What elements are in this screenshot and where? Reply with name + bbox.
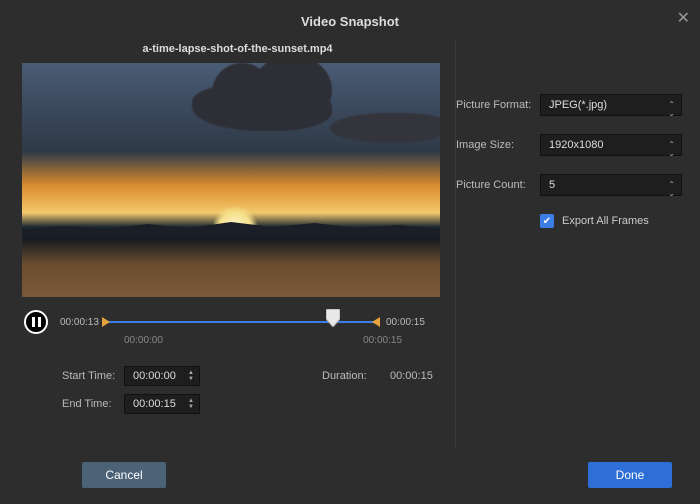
pause-icon <box>32 317 41 327</box>
stepper-arrows-icon: ▲▼ <box>186 395 196 413</box>
start-time-value: 00:00:00 <box>133 370 176 382</box>
end-time-row: End Time: 00:00:15 ▲▼ <box>20 394 455 414</box>
export-all-checkbox[interactable]: ✔ <box>540 214 554 228</box>
image-size-select[interactable]: 1920x1080 ⌃⌄ <box>540 134 682 156</box>
start-time-row: Start Time: 00:00:00 ▲▼ Duration: 00:00:… <box>20 366 455 386</box>
cancel-button[interactable]: Cancel <box>82 462 166 488</box>
image-size-label: Image Size: <box>456 139 540 151</box>
dialog-title: Video Snapshot <box>0 0 700 39</box>
image-size-value: 1920x1080 <box>549 139 603 151</box>
stepper-arrows-icon: ▲▼ <box>186 367 196 385</box>
playback-controls: 00:00:13 00:00:15 <box>20 307 455 337</box>
image-size-row: Image Size: 1920x1080 ⌃⌄ <box>456 134 682 156</box>
end-time-label: End Time: <box>62 398 124 410</box>
current-time: 00:00:13 <box>60 317 102 328</box>
range-end-handle[interactable] <box>372 317 380 327</box>
start-time-label: Start Time: <box>62 370 124 382</box>
export-all-label: Export All Frames <box>562 215 649 227</box>
scrub-bar[interactable] <box>106 314 376 330</box>
dialog-body: a-time-lapse-shot-of-the-sunset.mp4 00:0… <box>0 39 700 449</box>
picture-format-select[interactable]: JPEG(*.jpg) ⌃⌄ <box>540 94 682 116</box>
left-pane: a-time-lapse-shot-of-the-sunset.mp4 00:0… <box>0 39 455 449</box>
right-pane: Picture Format: JPEG(*.jpg) ⌃⌄ Image Siz… <box>455 39 700 449</box>
range-start-handle[interactable] <box>102 317 110 327</box>
duration-readout: Duration: 00:00:15 <box>280 370 433 382</box>
dialog-footer: Cancel Done <box>0 462 700 492</box>
done-button[interactable]: Done <box>588 462 672 488</box>
video-preview[interactable] <box>22 63 440 297</box>
close-icon[interactable]: ✕ <box>677 8 690 28</box>
chevron-updown-icon: ⌃⌄ <box>668 100 675 118</box>
total-time: 00:00:15 <box>386 317 425 328</box>
picture-count-value: 5 <box>549 179 555 191</box>
picture-format-label: Picture Format: <box>456 99 540 111</box>
end-time-value: 00:00:15 <box>133 398 176 410</box>
end-time-stepper[interactable]: 00:00:15 ▲▼ <box>124 394 200 414</box>
export-all-row: ✔ Export All Frames <box>540 214 682 228</box>
chevron-updown-icon: ⌃⌄ <box>668 180 675 198</box>
cloud-shape <box>330 113 440 143</box>
video-snapshot-dialog: ✕ Video Snapshot a-time-lapse-shot-of-th… <box>0 0 700 504</box>
picture-count-select[interactable]: 5 ⌃⌄ <box>540 174 682 196</box>
duration-value: 00:00:15 <box>390 370 433 382</box>
cloud-shape <box>192 83 332 131</box>
picture-format-row: Picture Format: JPEG(*.jpg) ⌃⌄ <box>456 94 682 116</box>
picture-format-value: JPEG(*.jpg) <box>549 99 607 111</box>
picture-count-label: Picture Count: <box>456 179 540 191</box>
check-icon: ✔ <box>543 216 551 227</box>
duration-label: Duration: <box>322 370 384 382</box>
playhead-handle[interactable] <box>326 309 340 327</box>
picture-count-row: Picture Count: 5 ⌃⌄ <box>456 174 682 196</box>
file-name: a-time-lapse-shot-of-the-sunset.mp4 <box>20 39 455 63</box>
chevron-updown-icon: ⌃⌄ <box>668 140 675 158</box>
pause-button[interactable] <box>24 310 48 334</box>
start-time-stepper[interactable]: 00:00:00 ▲▼ <box>124 366 200 386</box>
